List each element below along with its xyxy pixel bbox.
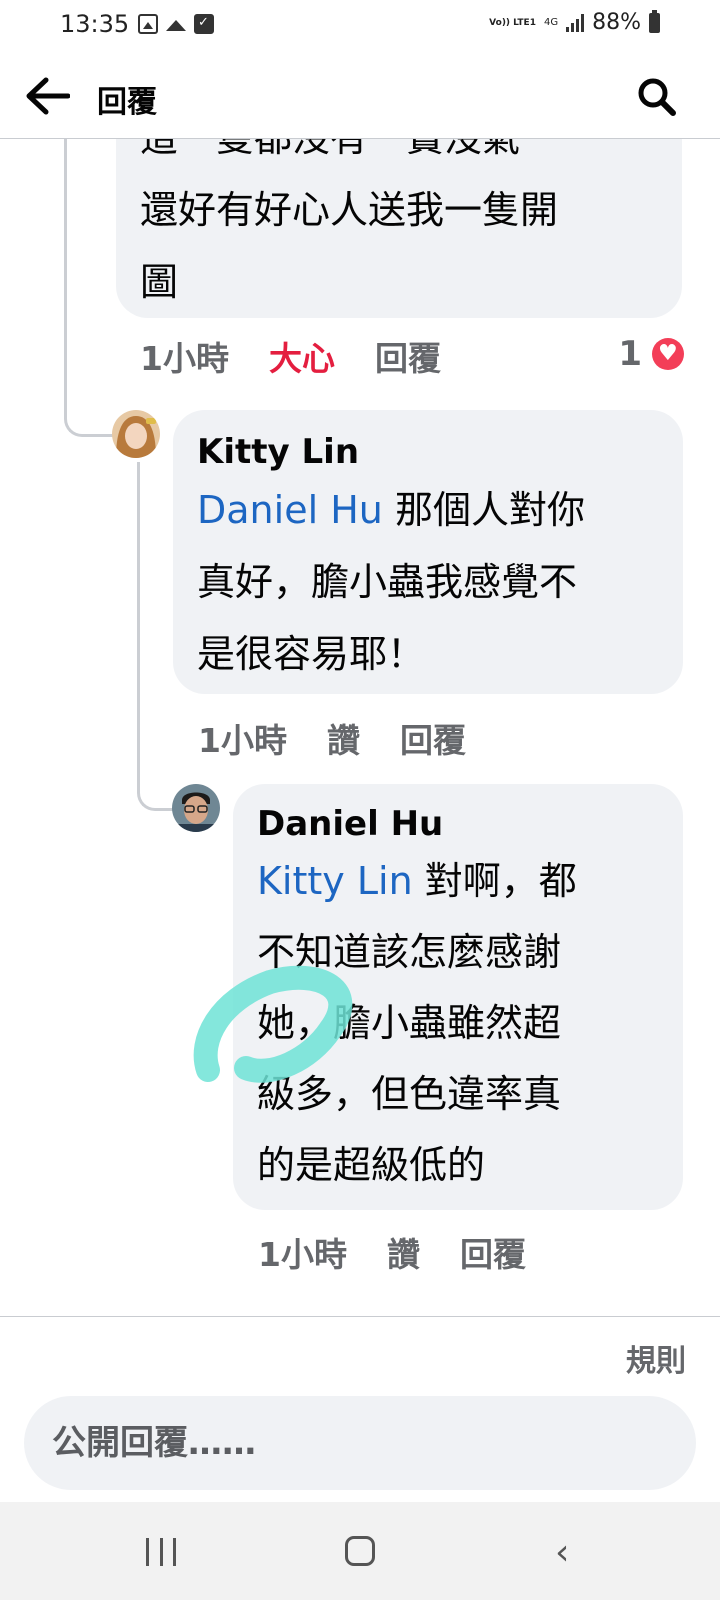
app-header: 回覆: [0, 52, 720, 139]
reply-button[interactable]: 回覆: [400, 714, 466, 762]
reply-button[interactable]: 回覆: [375, 332, 441, 380]
comment-text: Daniel Hu 那個人對你 真好，膽小蟲我感覺不 是很容易耶！: [197, 488, 585, 676]
comment-author[interactable]: Kitty Lin: [197, 430, 659, 474]
battery-icon: [649, 9, 660, 33]
love-reaction-button[interactable]: 大心: [269, 332, 335, 380]
divider: [0, 1316, 720, 1317]
avatar[interactable]: [172, 784, 220, 832]
comment-actions: 1小時 讚 回覆: [258, 1228, 526, 1276]
avatar[interactable]: [112, 410, 160, 458]
nav-back-icon[interactable]: ‹: [555, 1532, 569, 1573]
comment-author[interactable]: Daniel Hu: [257, 802, 659, 846]
cloud-notification-icon: [166, 14, 186, 34]
check-notification-icon: [194, 14, 214, 34]
page-title: 回覆: [97, 85, 157, 120]
battery-percent: 88%: [592, 10, 641, 35]
comment-actions: 1小時 讚 回覆: [198, 714, 466, 762]
comment-time: 1小時: [198, 721, 287, 760]
thread-line: [64, 138, 119, 437]
reply-composer[interactable]: [24, 1396, 696, 1490]
gallery-notification-icon: [138, 14, 158, 34]
reaction-count[interactable]: 1: [618, 334, 684, 374]
reply-button[interactable]: 回覆: [460, 1228, 526, 1276]
comment-thread[interactable]: 這一隻都沒有一寶沒氣 還好有好心人送我一隻開 圖 1小時 大心 回覆 1 Kit…: [0, 138, 720, 1316]
search-icon[interactable]: [636, 76, 676, 116]
system-nav-bar: ‹: [0, 1502, 720, 1600]
comment-text: 這一隻都沒有一寶沒氣 還好有好心人送我一隻開 圖: [140, 138, 559, 304]
like-button[interactable]: 讚: [327, 714, 360, 762]
rules-link[interactable]: 規則: [626, 1336, 686, 1380]
comment-time: 1小時: [258, 1235, 347, 1274]
volte-icon: Vo)) LTE1: [489, 17, 536, 28]
back-arrow-icon[interactable]: [24, 76, 70, 116]
comment-bubble[interactable]: Daniel Hu Kitty Lin 對啊，都 不知道該怎麼感謝 她，膽小蟲雖…: [233, 784, 683, 1210]
comment-time: 1小時: [140, 339, 229, 378]
love-icon: [652, 338, 684, 370]
reaction-count-value: 1: [618, 334, 642, 374]
signal-icon: [566, 13, 585, 32]
like-button[interactable]: 讚: [387, 1228, 420, 1276]
mention-link[interactable]: Daniel Hu: [197, 488, 383, 532]
mention-link[interactable]: Kitty Lin: [257, 859, 413, 903]
reply-input[interactable]: [50, 1422, 670, 1464]
comment-bubble[interactable]: 這一隻都沒有一寶沒氣 還好有好心人送我一隻開 圖: [116, 138, 682, 318]
thread-line: [137, 462, 176, 811]
home-icon[interactable]: [345, 1536, 375, 1566]
network-type-icon: 4G: [543, 16, 559, 28]
comment-text: Kitty Lin 對啊，都 不知道該怎麼感謝 她，膽小蟲雖然超 級多，但色違率…: [257, 859, 577, 1187]
recent-apps-icon[interactable]: [146, 1538, 176, 1568]
comment-actions: 1小時 大心 回覆: [140, 332, 441, 380]
comment-bubble[interactable]: Kitty Lin Daniel Hu 那個人對你 真好，膽小蟲我感覺不 是很容…: [173, 410, 683, 694]
status-bar: 13:35 Vo)) LTE1 4G 88%: [0, 0, 720, 52]
status-time: 13:35: [60, 10, 130, 38]
